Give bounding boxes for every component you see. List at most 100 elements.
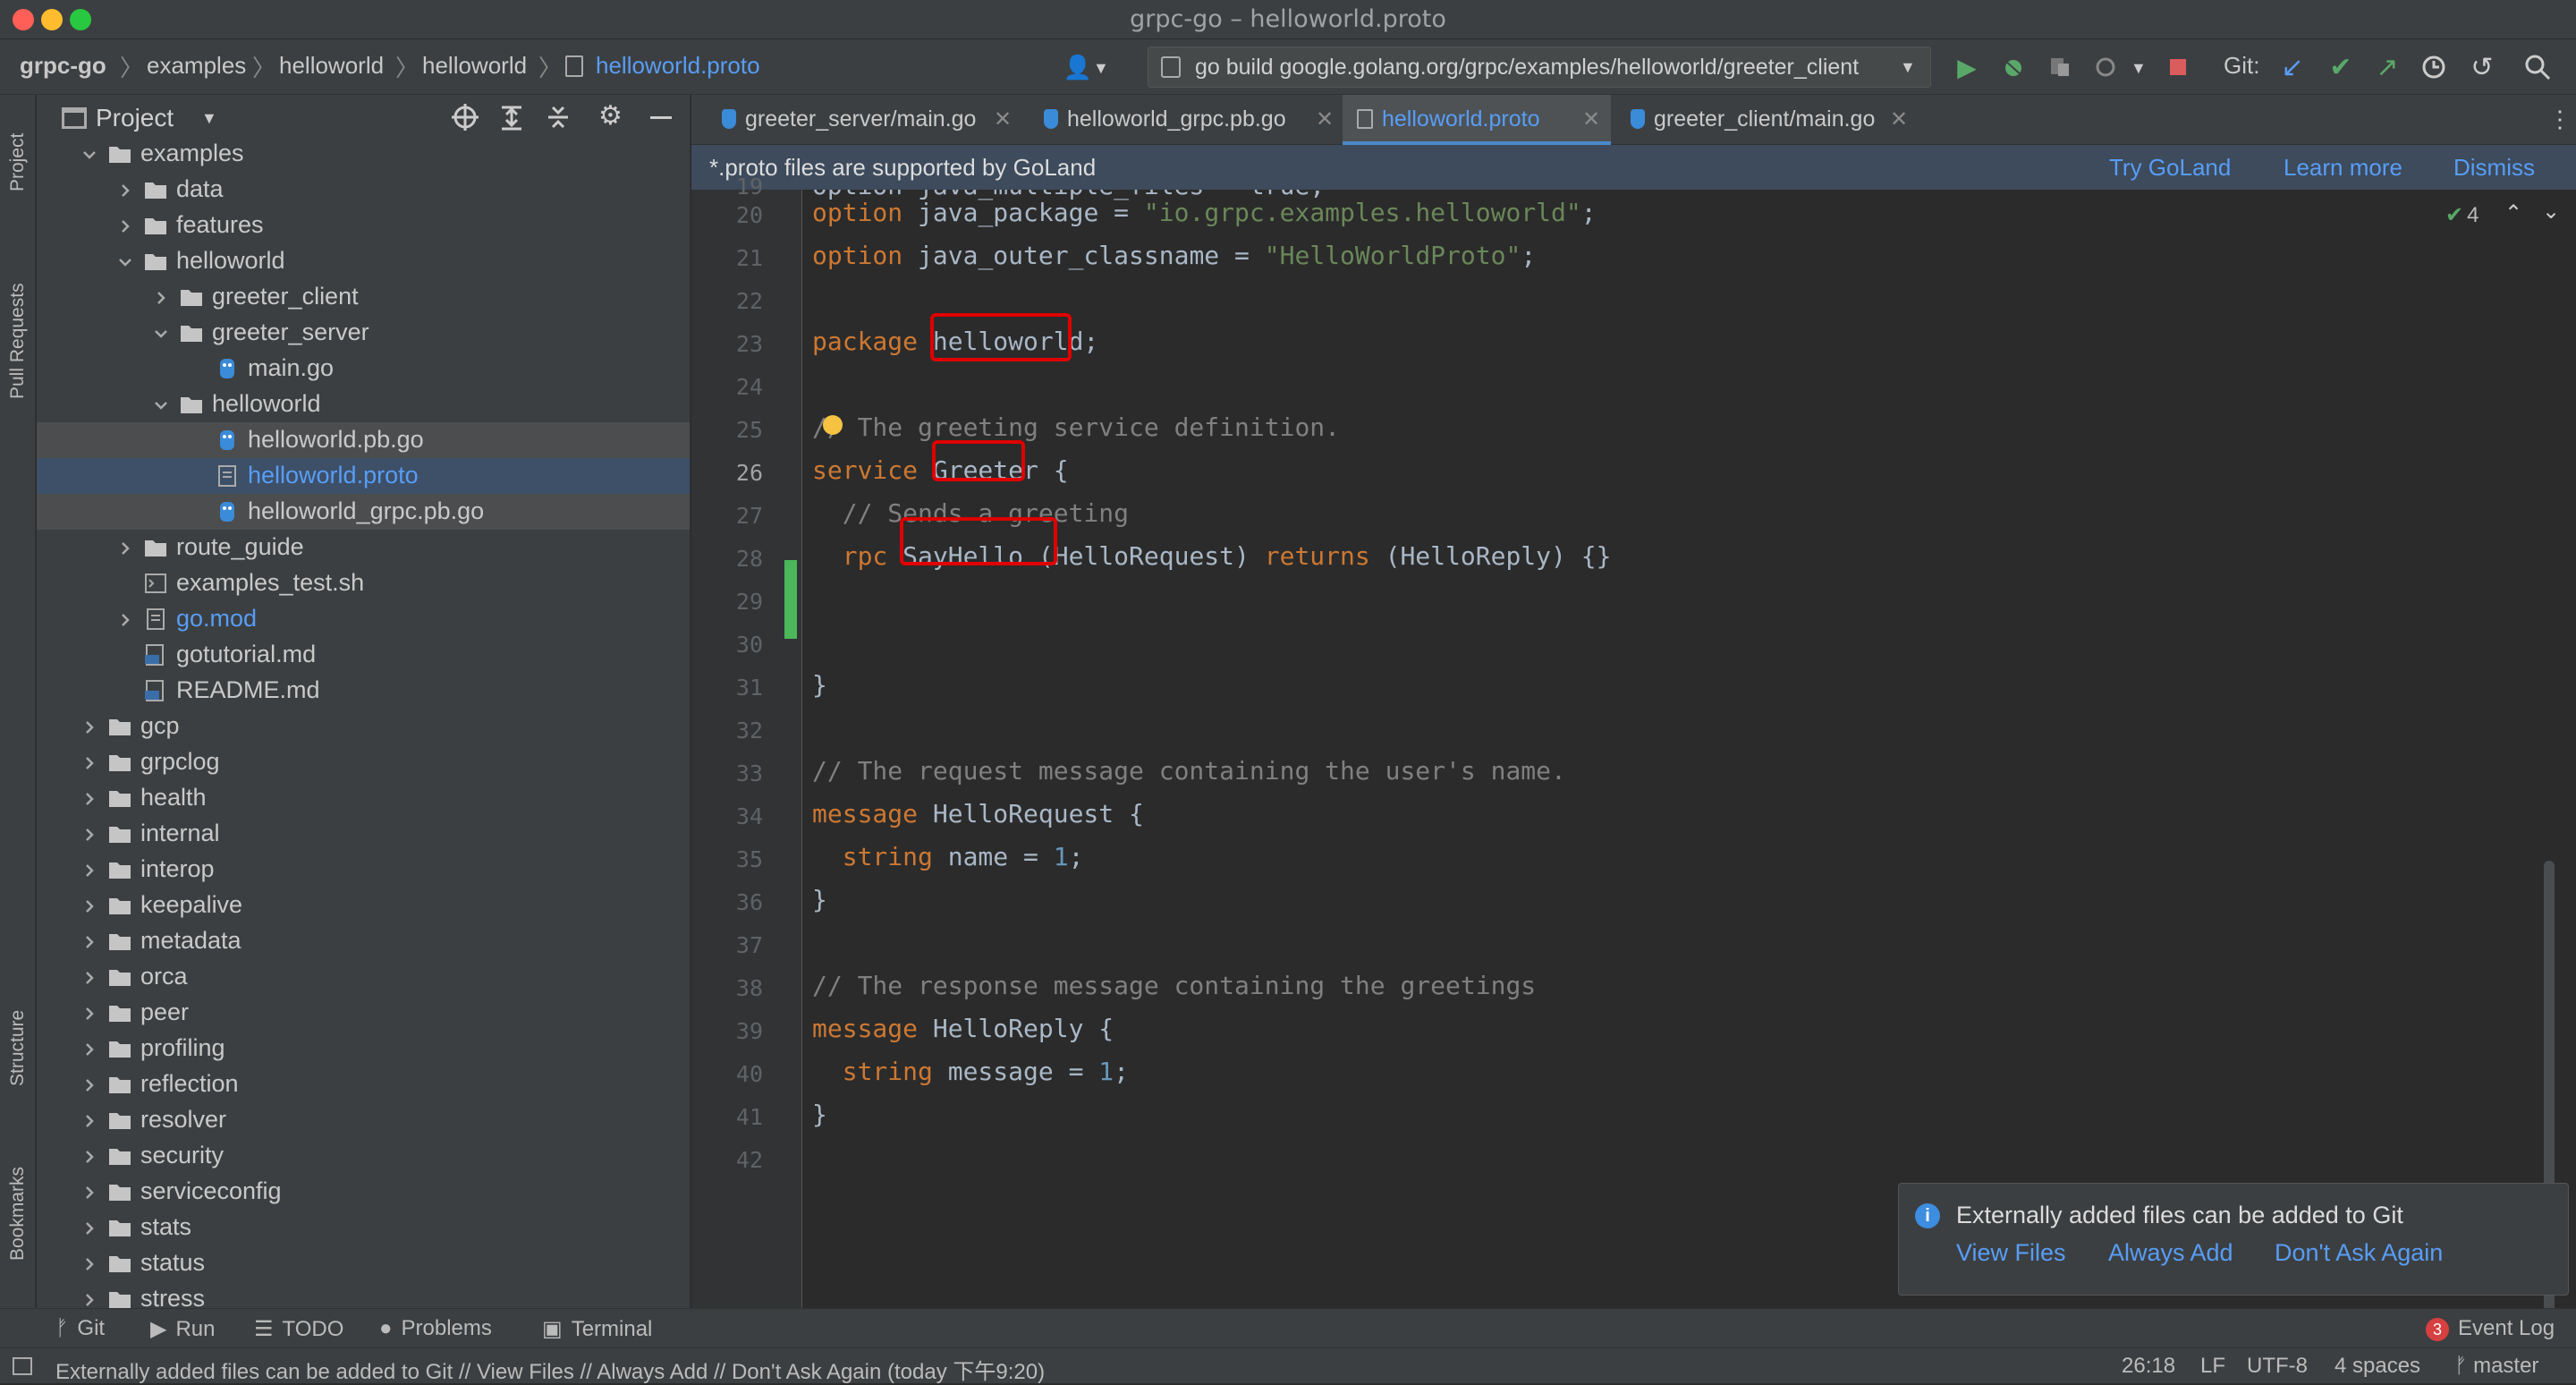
indent-setting[interactable]: 4 spaces [2334, 1354, 2420, 1379]
tree-item-helloworld[interactable]: helloworld [37, 243, 690, 279]
chevron-right-icon[interactable] [80, 930, 99, 950]
always-add-link[interactable]: Always Add [2108, 1239, 2233, 1267]
breadcrumb-helloworld-sub[interactable]: helloworld [422, 52, 527, 80]
chevron-right-icon[interactable] [80, 1109, 99, 1129]
tool-run[interactable]: ▶ Run [150, 1316, 216, 1342]
chevron-down-icon[interactable]: ▼ [2131, 59, 2147, 78]
git-commit-icon[interactable]: ✔ [2326, 52, 2356, 82]
chevron-right-icon[interactable] [80, 1217, 99, 1236]
chevron-right-icon[interactable] [80, 966, 99, 986]
tab-helloworld-grpc-pb[interactable]: helloworld_grpc.pb.go ✕ [1031, 95, 1344, 145]
toggle-tool-windows-icon[interactable] [13, 1357, 32, 1375]
tree-item-resolver[interactable]: resolver [37, 1102, 690, 1138]
tree-item-go-mod[interactable]: go.mod [37, 601, 690, 637]
hide-panel-icon[interactable] [650, 116, 672, 119]
stop-icon[interactable] [2163, 52, 2193, 82]
close-icon[interactable]: ✕ [1890, 106, 1908, 132]
chevron-right-icon[interactable] [115, 608, 135, 628]
close-icon[interactable]: ✕ [1582, 106, 1600, 132]
lightbulb-icon[interactable] [823, 415, 843, 435]
view-files-link[interactable]: View Files [1956, 1239, 2066, 1267]
chevron-right-icon[interactable] [80, 1038, 99, 1058]
chevron-right-icon[interactable] [80, 1288, 99, 1308]
chevron-right-icon[interactable] [80, 859, 99, 879]
close-icon[interactable]: ✕ [994, 106, 1012, 132]
dismiss-link[interactable]: Dismiss [2453, 154, 2535, 182]
chevron-down-icon[interactable] [151, 322, 171, 342]
chevron-right-icon[interactable] [80, 1181, 99, 1201]
chevron-down-icon[interactable] [151, 394, 171, 413]
breadcrumb-examples[interactable]: examples [147, 52, 246, 80]
tree-item-peer[interactable]: peer [37, 995, 690, 1031]
git-update-icon[interactable]: ↙ [2277, 52, 2308, 82]
tree-item-features[interactable]: features [37, 208, 690, 243]
chevron-right-icon[interactable] [115, 179, 135, 199]
tree-item-serviceconfig[interactable]: serviceconfig [37, 1174, 690, 1210]
collapse-all-icon[interactable] [543, 102, 573, 137]
chevron-right-icon[interactable] [115, 215, 135, 234]
change-marker[interactable] [784, 560, 797, 639]
chevron-down-icon[interactable]: ▼ [1093, 59, 1109, 78]
tree-item-data[interactable]: data [37, 172, 690, 208]
tree-item-helloworld[interactable]: helloworld [37, 387, 690, 422]
line-separator[interactable]: LF [2200, 1354, 2225, 1379]
tool-structure[interactable]: Structure [2, 981, 34, 1115]
tool-git[interactable]: ᚠ Git [55, 1316, 105, 1341]
rollback-icon[interactable]: ↺ [2467, 52, 2497, 82]
tool-problems[interactable]: ● Problems [379, 1316, 492, 1341]
tree-item-security[interactable]: security [37, 1138, 690, 1174]
chevron-right-icon[interactable] [80, 1253, 99, 1272]
tree-item-main-go[interactable]: main.go [37, 351, 690, 387]
git-branch[interactable]: ᚠ master [2454, 1354, 2538, 1379]
tree-item-gcp[interactable]: gcp [37, 709, 690, 744]
tree-item-grpclog[interactable]: grpclog [37, 744, 690, 780]
tree-item-route-guide[interactable]: route_guide [37, 530, 690, 565]
try-goland-link[interactable]: Try GoLand [2109, 154, 2231, 182]
dont-ask-again-link[interactable]: Don't Ask Again [2275, 1239, 2443, 1267]
tree-item-helloworld-proto[interactable]: helloworld.proto [37, 458, 690, 494]
status-message[interactable]: Externally added files can be added to G… [55, 1354, 1045, 1385]
chevron-right-icon[interactable] [80, 1074, 99, 1093]
inspection-ok-icon[interactable]: ✔ 4 [2445, 202, 2479, 228]
code-editor[interactable]: option java_multiple_files = true; optio… [803, 190, 2558, 1308]
chevron-right-icon[interactable] [80, 1002, 99, 1022]
history-icon[interactable] [2419, 52, 2449, 82]
chevron-right-icon[interactable] [115, 537, 135, 557]
caret-position[interactable]: 26:18 [2122, 1354, 2175, 1379]
tool-bookmarks[interactable]: Bookmarks [2, 1133, 34, 1294]
tool-event-log[interactable]: 3 Event Log [2426, 1316, 2555, 1341]
breadcrumb-helloworld[interactable]: helloworld [279, 52, 384, 80]
tree-item-examples-test-sh[interactable]: examples_test.sh [37, 565, 690, 601]
tree-item-metadata[interactable]: metadata [37, 923, 690, 959]
tree-item-stress[interactable]: stress [37, 1281, 690, 1308]
chevron-right-icon[interactable] [151, 286, 171, 306]
tree-item-health[interactable]: health [37, 780, 690, 816]
tree-item-gotutorial-md[interactable]: gotutorial.md [37, 637, 690, 673]
tree-item-greeter-client[interactable]: greeter_client [37, 279, 690, 315]
tree-item-stats[interactable]: stats [37, 1210, 690, 1245]
chevron-right-icon[interactable] [80, 895, 99, 914]
more-tabs-icon[interactable]: ⋮ [2548, 106, 2572, 133]
tree-item-readme-md[interactable]: README.md [37, 673, 690, 709]
tree-item-keepalive[interactable]: keepalive [37, 888, 690, 923]
tree-item-profiling[interactable]: profiling [37, 1031, 690, 1066]
gear-icon[interactable]: ⚙ [598, 100, 623, 132]
chevron-right-icon[interactable] [80, 823, 99, 843]
tool-project[interactable]: Project [2, 104, 34, 220]
chevron-down-icon[interactable]: ▼ [201, 109, 217, 128]
tree-item-examples[interactable]: examples [37, 136, 690, 172]
breadcrumb-project[interactable]: grpc-go [20, 52, 106, 80]
tree-item-helloworld-grpc-pb-go[interactable]: helloworld_grpc.pb.go [37, 494, 690, 530]
chevron-down-icon[interactable] [80, 143, 99, 163]
tree-item-reflection[interactable]: reflection [37, 1066, 690, 1102]
previous-highlight-icon[interactable]: ⌃ [2504, 200, 2522, 226]
learn-more-link[interactable]: Learn more [2284, 154, 2402, 182]
project-panel-title[interactable]: Project [96, 104, 174, 132]
debug-icon[interactable] [1998, 52, 2029, 82]
run-icon[interactable]: ▶ [1952, 52, 1982, 82]
next-highlight-icon[interactable]: ⌄ [2542, 199, 2558, 225]
locate-file-icon[interactable] [450, 102, 480, 137]
chevron-right-icon[interactable] [80, 752, 99, 771]
run-configuration-select[interactable]: go build google.golang.org/grpc/examples… [1148, 47, 1931, 88]
tool-pull-requests[interactable]: Pull Requests [2, 247, 34, 435]
